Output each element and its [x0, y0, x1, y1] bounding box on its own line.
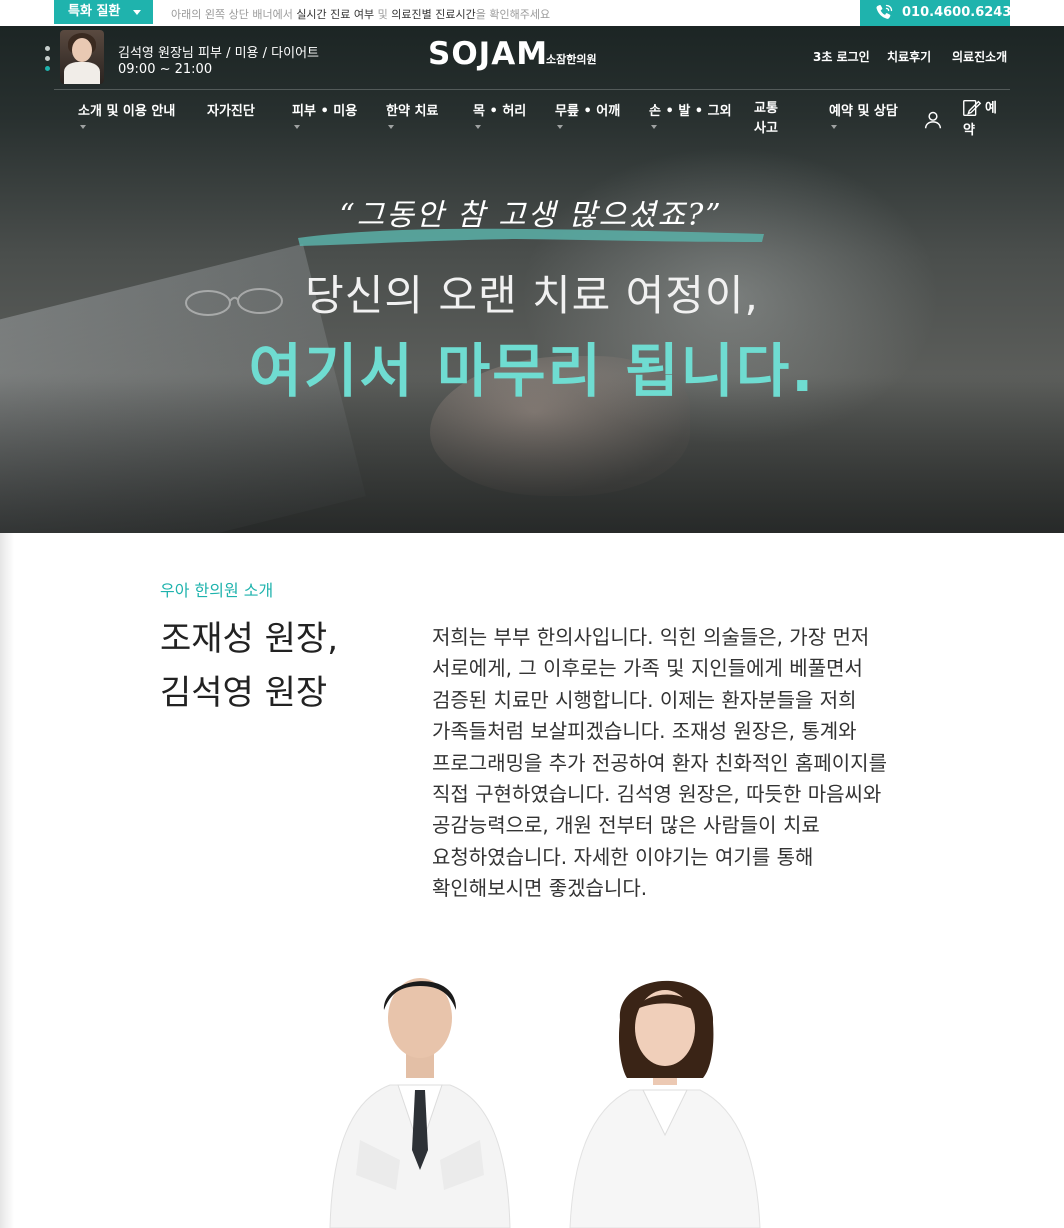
- specialty-dropdown[interactable]: 특화 질환: [54, 0, 153, 24]
- nav-neck-back[interactable]: 목 • 허리: [473, 100, 527, 129]
- nav-label: 피부 • 미용: [292, 104, 358, 119]
- nav-label: 손 • 발 • 그외: [649, 104, 732, 119]
- hero-headline-2: 여기서 마무리 됩니다.: [248, 337, 816, 405]
- doctor-name: 김석영 원장님 피부 / 미용 / 다이어트: [118, 46, 319, 61]
- nav-herbal[interactable]: 한약 치료: [386, 100, 439, 129]
- phone-icon: [876, 4, 893, 19]
- nav-self-check[interactable]: 자가진단: [207, 100, 255, 119]
- nav-label: 자가진단: [207, 104, 255, 119]
- hero-banner: 김석영 원장님 피부 / 미용 / 다이어트 09:00 ~ 21:00 SOJ…: [0, 26, 1064, 533]
- notice-text: 아래의 왼쪽 상단 배너에서: [171, 8, 297, 21]
- nav-reservation-consult[interactable]: 예약 및 상담: [829, 100, 898, 129]
- chevron-down-icon: [651, 125, 657, 129]
- nav-traffic-accident[interactable]: 교통사고: [754, 99, 784, 139]
- nav-divider: [54, 89, 1010, 90]
- chevron-down-icon: [831, 125, 837, 129]
- nav-reserve-label-2: 약: [963, 123, 975, 138]
- reviews-link[interactable]: 치료후기: [887, 48, 931, 65]
- phone-button[interactable]: 010.4600.6243: [860, 0, 1012, 26]
- top-bar: 특화 질환 아래의 왼쪽 상단 배너에서 실시간 진료 여부 및 의료진별 진료…: [0, 0, 1064, 26]
- logo-subtitle: 소잠한의원: [546, 53, 597, 66]
- specialty-label: 특화 질환: [68, 4, 121, 19]
- chevron-down-icon: [557, 125, 563, 129]
- caret-down-icon: [133, 10, 141, 15]
- nav-hand-foot[interactable]: 손 • 발 • 그외: [649, 100, 732, 129]
- nav-label: 소개 및 이용 안내: [78, 104, 176, 119]
- notice-text: 및: [374, 8, 392, 21]
- notice-highlight-hours: 의료진별 진료시간: [391, 8, 476, 21]
- login-link[interactable]: 3초 로그인: [813, 48, 870, 65]
- nav-knee-shoulder[interactable]: 무릎 • 어깨: [555, 100, 621, 129]
- notice-text: 을 확인해주세요: [475, 8, 551, 21]
- top-notice: 아래의 왼쪽 상단 배너에서 실시간 진료 여부 및 의료진별 진료시간을 확인…: [171, 6, 550, 22]
- doctor-photo-male: [329, 978, 511, 1228]
- nav-label: 목 • 허리: [473, 104, 527, 119]
- doctor-hours: 09:00 ~ 21:00: [118, 62, 213, 77]
- nav-label: 무릎 • 어깨: [555, 104, 621, 119]
- chevron-down-icon: [294, 125, 300, 129]
- chevron-down-icon: [388, 125, 394, 129]
- doctors-photo: [300, 950, 770, 1228]
- logo-mark: SOJAM: [428, 36, 549, 72]
- chevron-down-icon: [80, 125, 86, 129]
- user-icon[interactable]: [922, 109, 944, 131]
- section-eyebrow: 우아 한의원 소개: [160, 581, 274, 600]
- menu-dots-icon[interactable]: [45, 46, 51, 74]
- nav-label: 한약 치료: [386, 104, 439, 119]
- doctor-photo-female: [569, 980, 761, 1228]
- hero-quote: “그동안 참 고생 많으셨죠?”: [339, 198, 723, 233]
- hero-quote-wrap: “그동안 참 고생 많으셨죠?”: [296, 186, 766, 256]
- section-title-line-2: 김석영 원장: [160, 673, 328, 713]
- nav-intro[interactable]: 소개 및 이용 안내: [78, 100, 176, 129]
- nav-skin-beauty[interactable]: 피부 • 미용: [292, 100, 358, 129]
- notice-highlight-realtime: 실시간 진료 여부: [296, 8, 375, 21]
- section-title-line-1: 조재성 원장,: [160, 619, 339, 659]
- chevron-down-icon: [475, 125, 481, 129]
- hero-headline-1: 당신의 오랜 치료 여정이,: [305, 271, 759, 320]
- nav-label: 교통사고: [754, 101, 778, 136]
- nav-reserve-label-1: 예: [985, 101, 997, 116]
- nav-reserve[interactable]: 예 약: [961, 98, 1001, 142]
- side-shadow: [0, 533, 14, 1228]
- doctor-avatar: [60, 30, 104, 84]
- section-title: 조재성 원장, 김석영 원장: [160, 612, 338, 720]
- nav-label: 예약 및 상담: [829, 104, 898, 119]
- phone-number: 010.4600.6243: [902, 5, 1012, 20]
- doctors-link[interactable]: 의료진소개: [952, 48, 1007, 65]
- section-body: 저희는 부부 한의사입니다. 익힌 의술들은, 가장 먼저 서로에게, 그 이후…: [432, 625, 887, 901]
